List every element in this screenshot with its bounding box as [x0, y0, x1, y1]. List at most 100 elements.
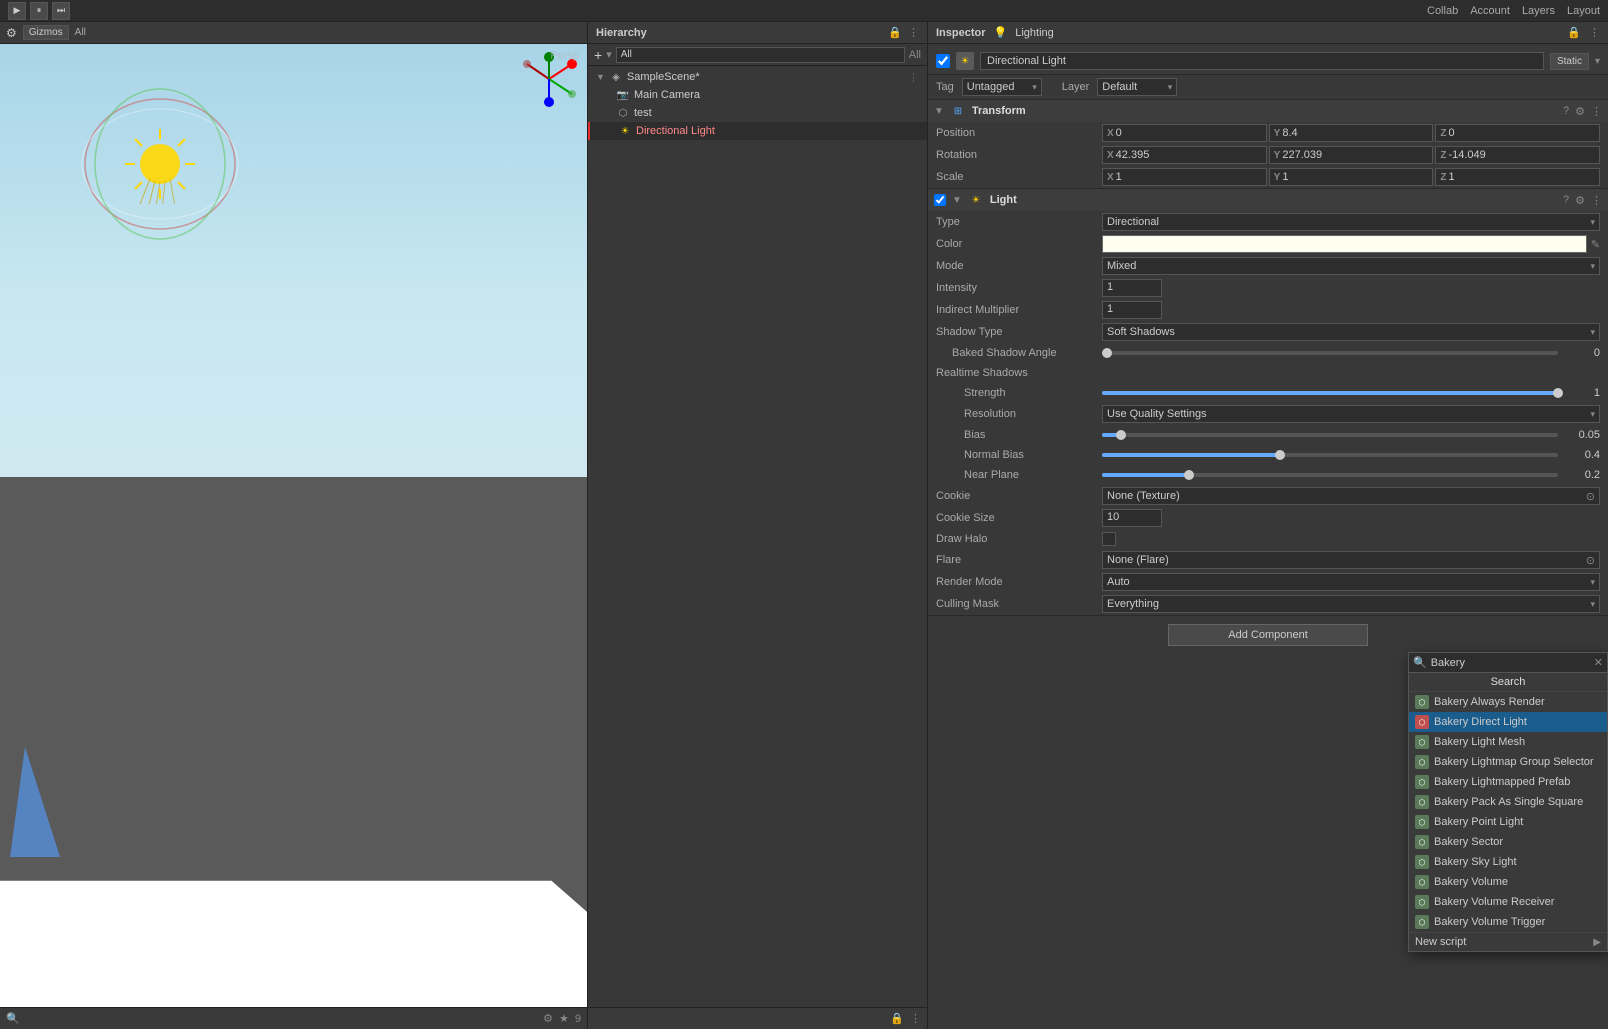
resolution-dropdown[interactable]: Use Quality Settings ▾ — [1102, 405, 1600, 423]
static-button[interactable]: Static — [1550, 53, 1589, 70]
position-z-field[interactable]: Z 0 — [1435, 124, 1600, 142]
sun-gizmo[interactable] — [120, 124, 200, 207]
tag-dropdown[interactable]: Untagged ▾ — [962, 78, 1042, 96]
scale-z-field[interactable]: Z 1 — [1435, 168, 1600, 186]
hierarchy-expand-icon[interactable]: ▾ — [606, 48, 612, 61]
cd-item-bakery-lightmapped-prefab[interactable]: ⬡ Bakery Lightmapped Prefab — [1409, 772, 1607, 792]
layer-dropdown[interactable]: Default ▾ — [1097, 78, 1177, 96]
hierarchy-search-input[interactable] — [616, 47, 905, 63]
cd-item-bakery-direct-light[interactable]: ⬡ Bakery Direct Light — [1409, 712, 1607, 732]
inspector-lock-icon[interactable]: 🔒 — [1567, 26, 1581, 39]
hierarchy-item-main-camera[interactable]: 📷 Main Camera — [588, 86, 927, 104]
cd-item-bakery-volume-receiver[interactable]: ⬡ Bakery Volume Receiver — [1409, 892, 1607, 912]
indirect-multiplier-field[interactable]: 1 — [1102, 301, 1162, 319]
flare-field[interactable]: None (Flare) ⊙ — [1102, 551, 1600, 569]
hierarchy-item-directional-light[interactable]: ☀ Directional Light — [588, 122, 927, 140]
light-color-swatch[interactable] — [1102, 235, 1587, 253]
hierarchy-lock-icon[interactable]: 🔒 — [888, 26, 902, 39]
light-settings-icon[interactable]: ⚙ — [1575, 194, 1585, 207]
scale-x-field[interactable]: X 1 — [1102, 168, 1267, 186]
shadow-type-val: Soft Shadows — [1107, 326, 1175, 338]
draw-halo-checkbox[interactable] — [1102, 532, 1116, 546]
add-component-button[interactable]: Add Component — [1168, 624, 1368, 646]
position-z-val: 0 — [1448, 127, 1454, 139]
pause-button[interactable]: ⏸ — [30, 2, 48, 20]
cd-item-bakery-always-render[interactable]: ⬡ Bakery Always Render — [1409, 692, 1607, 712]
cd-search-clear[interactable]: ✕ — [1594, 656, 1603, 669]
step-button[interactable]: ⏭ — [52, 2, 70, 20]
light-enabled-checkbox[interactable] — [934, 194, 946, 206]
scene-bottom-icon1[interactable]: ⚙ — [543, 1012, 553, 1025]
component-dropdown: 🔍 ✕ Search ⬡ Bakery Always Render ⬡ Bake… — [1408, 652, 1608, 952]
cd-item-bakery-pack-single-square[interactable]: ⬡ Bakery Pack As Single Square — [1409, 792, 1607, 812]
cd-item-bakery-volume-trigger[interactable]: ⬡ Bakery Volume Trigger — [1409, 912, 1607, 932]
transform-settings-icon[interactable]: ⚙ — [1575, 105, 1585, 118]
inspector-more-icon[interactable]: ⋮ — [1589, 26, 1600, 39]
light-component: ▼ ☀ Light ? ⚙ ⋮ Type Directional — [928, 189, 1608, 616]
transform-help-icon[interactable]: ? — [1563, 105, 1569, 118]
cd-item-bakery-volume[interactable]: ⬡ Bakery Volume — [1409, 872, 1607, 892]
baked-shadow-angle-track[interactable] — [1102, 351, 1558, 355]
flare-target-icon[interactable]: ⊙ — [1586, 554, 1595, 567]
scene-view[interactable]: Persp — [0, 44, 587, 1007]
hier-arrow-samplescene: ▼ — [596, 72, 605, 82]
light-intensity-field[interactable]: 1 — [1102, 279, 1162, 297]
play-button[interactable]: ▶ — [8, 2, 26, 20]
light-color-edit-icon[interactable]: ✎ — [1591, 238, 1600, 251]
bias-thumb[interactable] — [1116, 430, 1126, 440]
rotation-y-field[interactable]: Y 227.039 — [1269, 146, 1434, 164]
collab-tab[interactable]: Collab — [1427, 5, 1458, 17]
object-active-checkbox[interactable] — [936, 54, 950, 68]
cd-item-bakery-lightmap-group[interactable]: ⬡ Bakery Lightmap Group Selector — [1409, 752, 1607, 772]
account-tab[interactable]: Account — [1470, 5, 1510, 17]
cd-item-bakery-light-mesh[interactable]: ⬡ Bakery Light Mesh — [1409, 732, 1607, 752]
static-arrow[interactable]: ▾ — [1595, 56, 1600, 67]
hier-dots-samplescene[interactable]: ⋮ — [908, 71, 919, 84]
hierarchy-item-samplescene[interactable]: ▼ ◈ SampleScene* ⋮ — [588, 68, 927, 86]
transform-more-icon[interactable]: ⋮ — [1591, 105, 1602, 118]
cookie-field[interactable]: None (Texture) ⊙ — [1102, 487, 1600, 505]
normal-bias-thumb[interactable] — [1275, 450, 1285, 460]
cd-item-bakery-point-light[interactable]: ⬡ Bakery Point Light — [1409, 812, 1607, 832]
layers-tab[interactable]: Layers — [1522, 5, 1555, 17]
light-type-dropdown[interactable]: Directional ▾ — [1102, 213, 1600, 231]
position-x-field[interactable]: X 0 — [1102, 124, 1267, 142]
light-mode-dropdown[interactable]: Mixed ▾ — [1102, 257, 1600, 275]
hierarchy-add-icon[interactable]: + — [594, 47, 602, 63]
transform-header[interactable]: ▼ ⊞ Transform ? ⚙ ⋮ — [928, 100, 1608, 122]
strength-track[interactable] — [1102, 391, 1558, 395]
rotation-z-field[interactable]: Z -14.049 — [1435, 146, 1600, 164]
cookie-size-field[interactable]: 10 — [1102, 509, 1162, 527]
cd-item-bakery-sky-light[interactable]: ⬡ Bakery Sky Light — [1409, 852, 1607, 872]
layout-tab[interactable]: Layout — [1567, 5, 1600, 17]
light-help-icon[interactable]: ? — [1563, 194, 1569, 207]
shadow-type-dropdown[interactable]: Soft Shadows ▾ — [1102, 323, 1600, 341]
bias-track[interactable] — [1102, 433, 1558, 437]
gizmos-button[interactable]: Gizmos — [23, 25, 69, 40]
near-plane-track[interactable] — [1102, 473, 1558, 477]
object-name-field[interactable] — [980, 52, 1544, 70]
cd-item-bakery-sector[interactable]: ⬡ Bakery Sector — [1409, 832, 1607, 852]
search-icon[interactable]: 🔍 — [6, 1012, 20, 1025]
normal-bias-track[interactable] — [1102, 453, 1558, 457]
baked-shadow-angle-thumb[interactable] — [1102, 348, 1112, 358]
hierarchy-more-icon[interactable]: ⋮ — [908, 26, 919, 39]
scale-y-field[interactable]: Y 1 — [1269, 168, 1434, 186]
render-mode-dropdown[interactable]: Auto ▾ — [1102, 573, 1600, 591]
cd-new-script[interactable]: New script ▶ — [1409, 932, 1607, 951]
cd-search-input[interactable] — [1431, 657, 1590, 669]
light-more-icon[interactable]: ⋮ — [1591, 194, 1602, 207]
tag-value: Untagged — [967, 81, 1015, 93]
position-y-field[interactable]: Y 8.4 — [1269, 124, 1434, 142]
rotation-y-val: 227.039 — [1282, 149, 1322, 161]
light-header[interactable]: ▼ ☀ Light ? ⚙ ⋮ — [928, 189, 1608, 211]
culling-mask-dropdown[interactable]: Everything ▾ — [1102, 595, 1600, 613]
strength-thumb[interactable] — [1553, 388, 1563, 398]
cookie-target-icon[interactable]: ⊙ — [1586, 490, 1595, 503]
hierarchy-bottom-lock[interactable]: 🔒 — [890, 1012, 904, 1025]
near-plane-thumb[interactable] — [1184, 470, 1194, 480]
scene-bottom-icon2[interactable]: ★ — [559, 1012, 569, 1025]
hierarchy-item-test[interactable]: ⬡ test — [588, 104, 927, 122]
hierarchy-bottom-more[interactable]: ⋮ — [910, 1012, 921, 1025]
rotation-x-field[interactable]: X 42.395 — [1102, 146, 1267, 164]
